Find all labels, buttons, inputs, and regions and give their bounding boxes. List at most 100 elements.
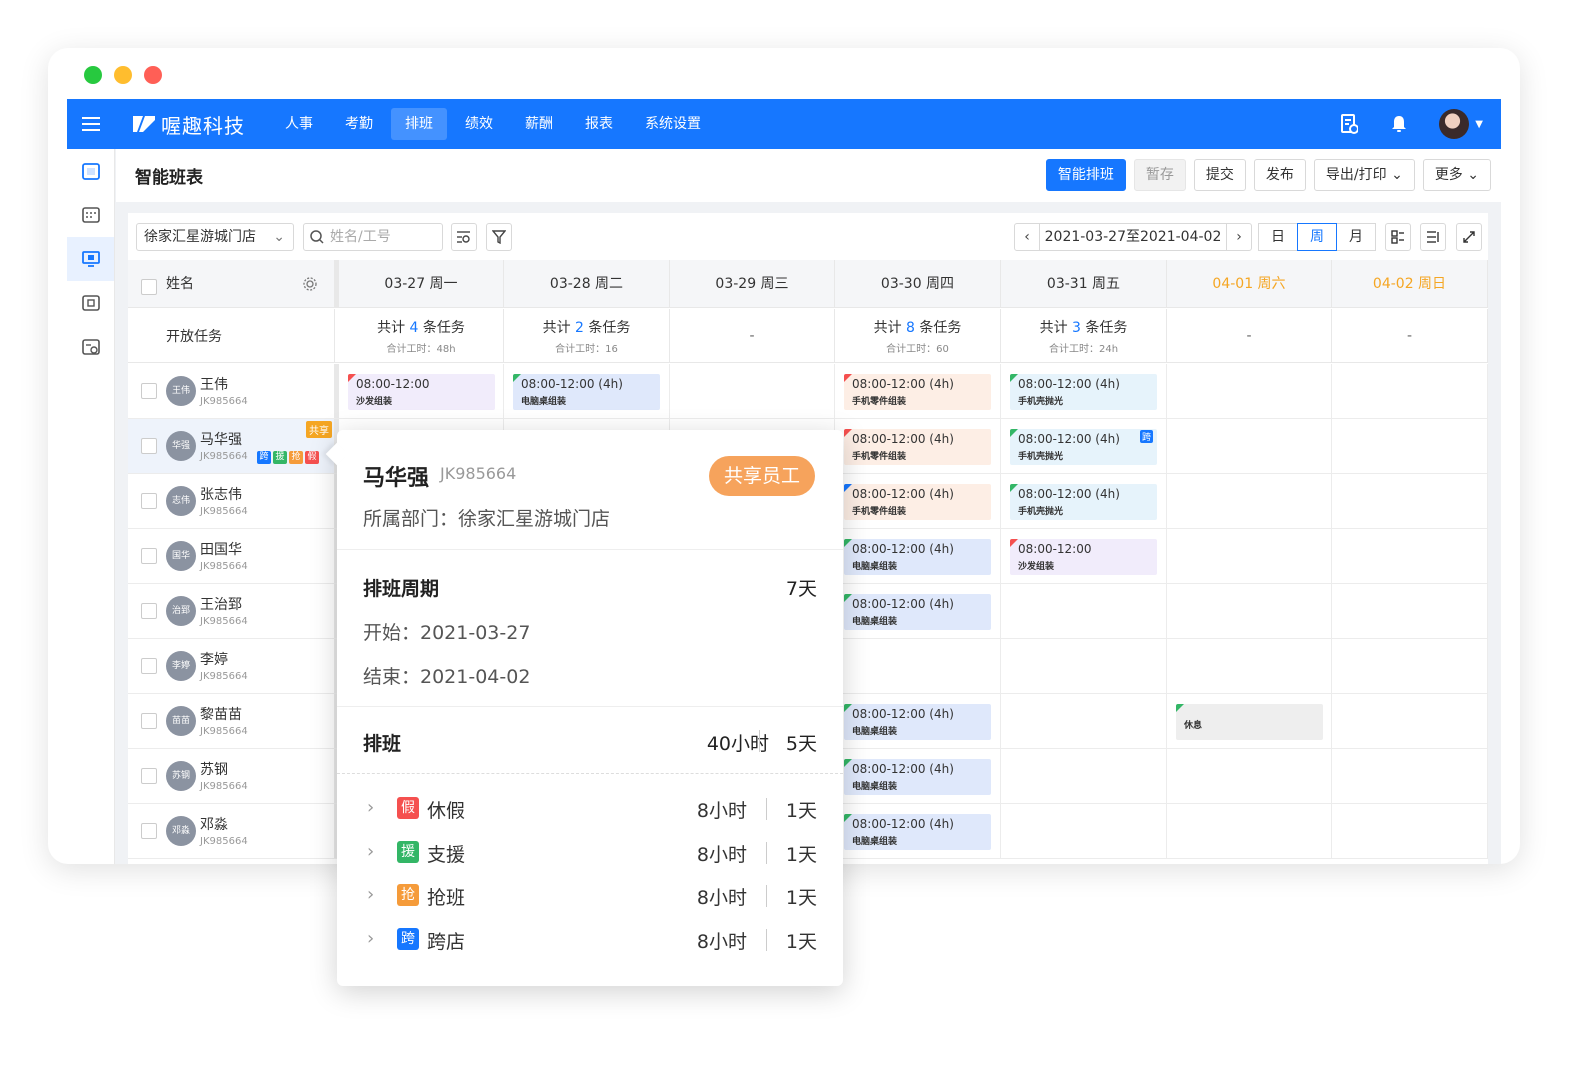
shift-block[interactable]: 08:00-12:00 (4h) 电脑桌组装 bbox=[844, 539, 991, 575]
day-cell[interactable] bbox=[1167, 474, 1332, 528]
day-cell[interactable] bbox=[1332, 364, 1488, 418]
day-cell[interactable] bbox=[1167, 529, 1332, 583]
employee-cell[interactable]: 治郅 王治郅 JK985664 bbox=[128, 584, 335, 638]
sidebar-item-calendar[interactable] bbox=[67, 149, 114, 193]
schedule-item-row[interactable]: › 假休假 8小时 1天 bbox=[367, 794, 817, 824]
day-cell[interactable]: 08:00-12:00 (4h) 手机零件组装 bbox=[835, 474, 1001, 528]
day-cell[interactable] bbox=[1001, 639, 1167, 693]
minimize-dot[interactable] bbox=[114, 66, 132, 84]
day-cell[interactable] bbox=[1167, 364, 1332, 418]
day-cell[interactable] bbox=[1332, 419, 1488, 473]
day-cell[interactable] bbox=[670, 364, 835, 418]
row-checkbox[interactable] bbox=[141, 713, 157, 729]
day-cell[interactable] bbox=[1332, 474, 1488, 528]
open-task-cell[interactable]: - bbox=[670, 309, 835, 363]
row-checkbox[interactable] bbox=[141, 548, 157, 564]
day-cell[interactable] bbox=[1001, 584, 1167, 638]
day-cell[interactable] bbox=[1332, 749, 1488, 803]
chevron-right-icon[interactable]: › bbox=[367, 841, 374, 862]
brand[interactable]: 喔趣科技 bbox=[133, 110, 245, 139]
view-week[interactable]: 周 bbox=[1297, 223, 1337, 251]
store-select[interactable]: 徐家汇星游城门店 ⌄ bbox=[136, 223, 294, 251]
search-input[interactable]: 姓名/工号 bbox=[303, 223, 443, 251]
nav-hr[interactable]: 人事 bbox=[271, 108, 327, 140]
day-cell[interactable] bbox=[1001, 694, 1167, 748]
day-cell[interactable]: 08:00-12:00 (4h) 手机零件组装 bbox=[835, 419, 1001, 473]
shift-block[interactable]: 08:00-12:00 (4h) 手机壳抛光 bbox=[1010, 374, 1157, 410]
day-cell[interactable] bbox=[1332, 584, 1488, 638]
row-checkbox[interactable] bbox=[141, 603, 157, 619]
prev-week-icon[interactable]: ‹ bbox=[1015, 229, 1039, 245]
chevron-down-icon[interactable]: ▼ bbox=[1475, 119, 1483, 130]
bell-icon[interactable] bbox=[1389, 114, 1409, 134]
shift-block[interactable]: 08:00-12:00 (4h) 电脑桌组装 bbox=[844, 594, 991, 630]
day-cell[interactable] bbox=[1167, 419, 1332, 473]
shift-block[interactable]: 08:00-12:00 (4h) 电脑桌组装 bbox=[844, 814, 991, 850]
open-task-cell[interactable]: 共计 3 条任务 合计工时：24h bbox=[1001, 309, 1167, 363]
shift-block[interactable]: 08:00-12:00 (4h) 手机壳抛光 bbox=[1010, 484, 1157, 520]
smart-schedule-button[interactable]: 智能排班 bbox=[1045, 159, 1126, 191]
day-cell[interactable]: 08:00-12:00 (4h) 电脑桌组装 bbox=[835, 694, 1001, 748]
gear-icon[interactable] bbox=[303, 277, 317, 291]
employee-cell[interactable]: 志伟 张志伟 JK985664 bbox=[128, 474, 335, 528]
fullscreen-icon[interactable] bbox=[1456, 223, 1482, 251]
shift-block[interactable]: 08:00-12:00 (4h) 手机零件组装 bbox=[844, 429, 991, 465]
next-week-icon[interactable]: › bbox=[1227, 229, 1251, 245]
sidebar-item-smart-schedule[interactable] bbox=[67, 237, 114, 281]
day-cell[interactable] bbox=[1167, 639, 1332, 693]
shift-block[interactable]: 08:00-12:00 沙发组装 bbox=[1010, 539, 1157, 575]
day-cell[interactable]: 08:00-12:00 沙发组装 bbox=[1001, 529, 1167, 583]
row-checkbox[interactable] bbox=[141, 768, 157, 784]
shift-block[interactable]: 08:00-12:00 (4h) 电脑桌组装 bbox=[844, 759, 991, 795]
row-checkbox[interactable] bbox=[141, 493, 157, 509]
day-cell[interactable]: 08:00-12:00 (4h) 手机零件组装 bbox=[835, 364, 1001, 418]
nav-scheduling[interactable]: 排班 bbox=[391, 108, 447, 140]
shift-block[interactable]: 08:00-12:00 (4h) 电脑桌组装 bbox=[844, 704, 991, 740]
day-cell[interactable]: 08:00-12:00 (4h) 电脑桌组装 bbox=[504, 364, 670, 418]
day-cell[interactable]: 08:00-12:00 (4h) 手机壳抛光 跨 bbox=[1001, 419, 1167, 473]
open-task-cell[interactable]: - bbox=[1167, 309, 1332, 363]
day-cell[interactable] bbox=[1001, 749, 1167, 803]
chevron-right-icon[interactable]: › bbox=[367, 797, 374, 818]
nav-salary[interactable]: 薪酬 bbox=[511, 108, 567, 140]
shift-block[interactable]: 08:00-12:00 (4h) 手机零件组装 bbox=[844, 484, 991, 520]
sidebar-item-settings[interactable] bbox=[67, 325, 114, 369]
day-cell[interactable]: 08:00-12:00 (4h) 手机壳抛光 bbox=[1001, 474, 1167, 528]
open-task-cell[interactable]: 共计 4 条任务 合计工时：48h bbox=[339, 309, 504, 363]
day-cell[interactable]: 08:00-12:00 (4h) 手机壳抛光 bbox=[1001, 364, 1167, 418]
employee-cell[interactable]: 邓淼 邓淼 JK985664 bbox=[128, 804, 335, 858]
shift-block[interactable]: 08:00-12:00 沙发组装 bbox=[348, 374, 495, 410]
open-task-cell[interactable]: 共计 2 条任务 合计工时：16 bbox=[504, 309, 670, 363]
menu-icon[interactable] bbox=[67, 99, 115, 149]
user-avatar[interactable] bbox=[1439, 109, 1470, 139]
day-cell[interactable] bbox=[1167, 749, 1332, 803]
open-task-cell[interactable]: 共计 8 条任务 合计工时：60 bbox=[835, 309, 1001, 363]
employee-cell[interactable]: 华强 马华强 JK985664 共享跨援抢假 bbox=[128, 419, 335, 473]
employee-cell[interactable]: 苏钢 苏钢 JK985664 bbox=[128, 749, 335, 803]
employee-cell[interactable]: 李婷 李婷 JK985664 bbox=[128, 639, 335, 693]
schedule-item-row[interactable]: › 援支援 8小时 1天 bbox=[367, 838, 817, 868]
shift-block[interactable]: 休息 bbox=[1176, 704, 1323, 740]
day-cell[interactable] bbox=[1167, 804, 1332, 858]
row-checkbox[interactable] bbox=[141, 823, 157, 839]
sidebar-item-roster[interactable] bbox=[67, 281, 114, 325]
nav-performance[interactable]: 绩效 bbox=[451, 108, 507, 140]
row-checkbox[interactable] bbox=[141, 383, 157, 399]
maximize-dot[interactable] bbox=[84, 66, 102, 84]
day-cell[interactable] bbox=[1332, 804, 1488, 858]
submit-button[interactable]: 提交 bbox=[1193, 159, 1246, 191]
shift-block[interactable]: 08:00-12:00 (4h) 手机壳抛光 跨 bbox=[1010, 429, 1157, 465]
day-cell[interactable] bbox=[1332, 529, 1488, 583]
day-cell[interactable] bbox=[1001, 804, 1167, 858]
employee-cell[interactable]: 王伟 王伟 JK985664 bbox=[128, 364, 335, 418]
employee-cell[interactable]: 国华 田国华 JK985664 bbox=[128, 529, 335, 583]
day-cell[interactable]: 08:00-12:00 (4h) 电脑桌组装 bbox=[835, 804, 1001, 858]
publish-button[interactable]: 发布 bbox=[1253, 159, 1306, 191]
day-cell[interactable]: 08:00-12:00 (4h) 电脑桌组装 bbox=[835, 749, 1001, 803]
document-icon[interactable] bbox=[1339, 114, 1359, 134]
save-draft-button[interactable]: 暂存 bbox=[1133, 159, 1186, 191]
sort-icon[interactable] bbox=[1420, 223, 1446, 251]
export-print-button[interactable]: 导出/打印 ⌄ bbox=[1313, 159, 1415, 191]
schedule-item-row[interactable]: › 抢抢班 8小时 1天 bbox=[367, 881, 817, 911]
nav-reports[interactable]: 报表 bbox=[571, 108, 627, 140]
